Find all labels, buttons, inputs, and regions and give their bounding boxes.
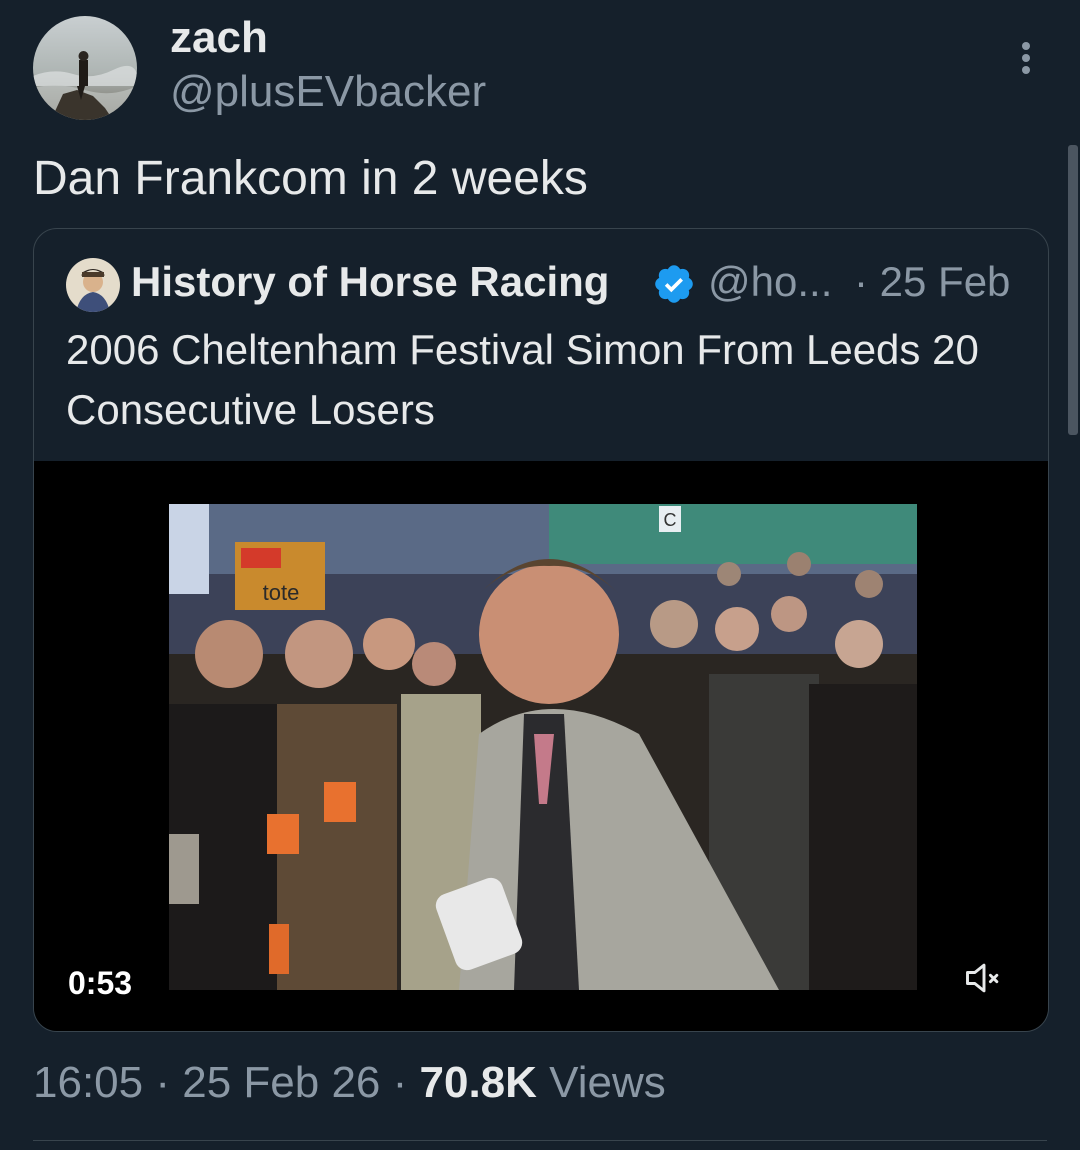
tweet-time[interactable]: 16:05	[33, 1058, 143, 1107]
video-player[interactable]: tote C 0:53	[34, 461, 1048, 1031]
video-thumbnail[interactable]: tote C	[169, 504, 917, 990]
tweet-meta: 16:05 · 25 Feb 26 · 70.8K Views	[33, 1055, 666, 1111]
badge-letter: C	[664, 510, 677, 530]
quoted-tweet-date: · 25 Feb	[854, 258, 1011, 305]
tweet-date[interactable]: 25 Feb 26	[182, 1058, 380, 1107]
speaker-muted-icon[interactable]	[962, 956, 1006, 1000]
author-handle[interactable]: @plusEVbacker	[170, 66, 486, 118]
author-avatar[interactable]	[33, 16, 137, 120]
quoted-author-name: History of Horse Racing	[131, 258, 610, 305]
tweet-detail: zach @plusEVbacker Dan Frankcom in 2 wee…	[0, 0, 1080, 1150]
meta-separator: ·	[155, 1058, 170, 1107]
quoted-author-handle: @ho...	[708, 258, 833, 305]
meta-separator: ·	[392, 1058, 408, 1107]
tote-sign-text: tote	[263, 580, 300, 605]
divider	[33, 1140, 1047, 1141]
verified-badge-icon	[655, 265, 693, 303]
views-count[interactable]: 70.8K	[420, 1058, 537, 1107]
views-label: Views	[549, 1058, 666, 1107]
video-duration: 0:53	[68, 965, 133, 1001]
more-options-icon[interactable]	[1006, 36, 1046, 80]
scrollbar[interactable]	[1068, 145, 1078, 435]
tweet-text: Dan Frankcom in 2 weeks	[33, 152, 588, 205]
quoted-tweet-text: 2006 Cheltenham Festival Simon From Leed…	[66, 326, 979, 433]
author-display-name[interactable]: zach	[170, 12, 268, 64]
quoted-tweet-card[interactable]: History of Horse Racing @ho... · 25 Feb …	[33, 228, 1049, 1032]
quoted-author-avatar	[66, 258, 120, 312]
